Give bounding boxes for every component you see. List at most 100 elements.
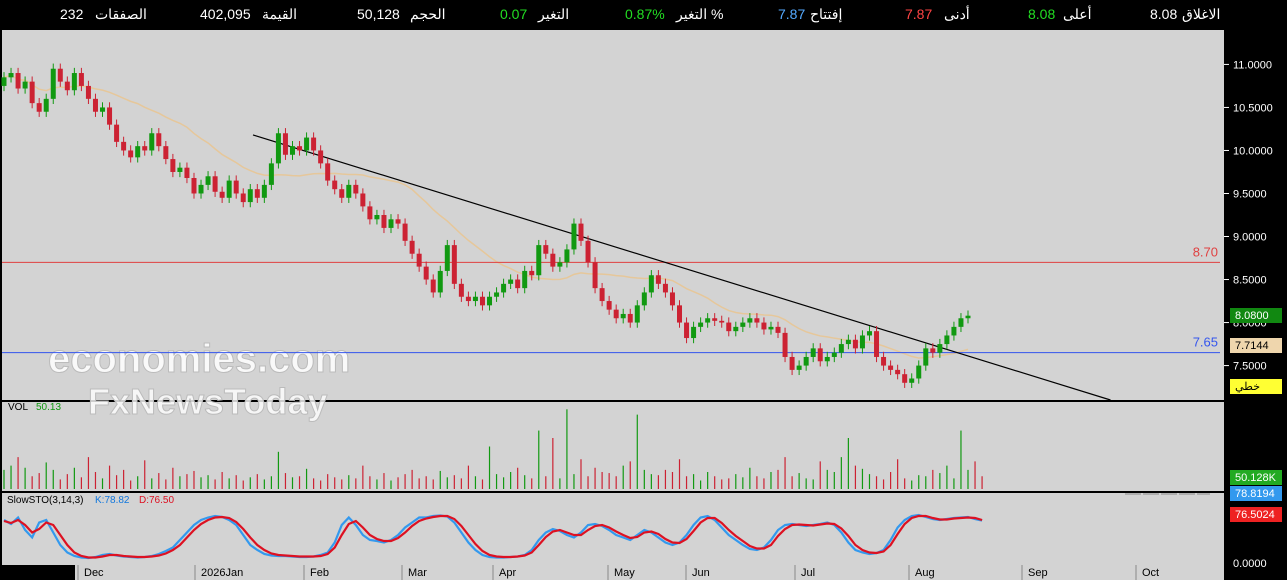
candle-body xyxy=(156,133,162,147)
time-axis: Dec 2026Jan Feb Mar Apr May Jun Jul Aug Sep Oct xyxy=(75,565,1224,580)
candle-body xyxy=(36,103,42,112)
candle-body xyxy=(592,262,598,289)
candle-body xyxy=(402,223,408,241)
candle-body xyxy=(599,288,605,302)
stoch-d-badge: 76.5024 xyxy=(1235,509,1275,521)
candle-body xyxy=(578,223,584,241)
candle-body xyxy=(268,163,274,185)
x-tick-label: Feb xyxy=(310,567,329,579)
candle-body xyxy=(522,270,528,289)
candle-body xyxy=(620,313,626,319)
candle-body xyxy=(916,365,922,379)
x-tick-label: Dec xyxy=(84,567,104,579)
candle-body xyxy=(902,374,908,383)
candle-body xyxy=(409,240,415,254)
candle-body xyxy=(895,369,901,375)
x-tick-label: 2026Jan xyxy=(201,567,243,579)
candle-body xyxy=(64,81,70,91)
candle-body xyxy=(381,215,387,228)
candle-body xyxy=(487,296,493,306)
candle-body xyxy=(8,73,14,78)
candle-body xyxy=(606,301,612,310)
candle-body xyxy=(634,305,640,323)
stoch-zero-label: 0.0000 xyxy=(1233,558,1267,570)
candle-body xyxy=(318,150,324,164)
candle-body xyxy=(289,146,295,155)
y-tick-label: 10.0000 xyxy=(1233,145,1273,157)
watermark-economies: economies.com xyxy=(48,337,350,381)
candle-body xyxy=(655,275,661,284)
candle-body xyxy=(472,296,478,302)
candle-body xyxy=(747,318,753,323)
candle-body xyxy=(669,292,675,306)
candle-body xyxy=(15,73,21,89)
y-tick-label: 7.5000 xyxy=(1233,361,1267,373)
vol-value-label: 50.13 xyxy=(36,402,61,413)
candle-body xyxy=(50,68,56,99)
candle-body xyxy=(149,133,155,151)
x-tick-label: May xyxy=(614,567,635,579)
candle-body xyxy=(92,98,98,112)
candle-body xyxy=(648,275,654,293)
candle-body xyxy=(479,296,485,306)
candle-body xyxy=(297,146,303,151)
candle-body xyxy=(831,352,837,357)
candle-body xyxy=(536,245,542,276)
candle-body xyxy=(691,326,697,339)
candle-body xyxy=(740,322,746,327)
candle-body xyxy=(43,98,49,112)
candle-body xyxy=(465,296,471,302)
candle-body xyxy=(163,146,169,160)
candle-body xyxy=(501,283,507,293)
support-label: 7.65 xyxy=(1193,335,1218,350)
candle-body xyxy=(374,215,380,220)
vol-label: VOL xyxy=(8,402,28,413)
candle-body xyxy=(874,331,880,357)
candle-body xyxy=(888,365,894,370)
x-tick-label: Jul xyxy=(801,567,815,579)
candle-body xyxy=(958,318,964,327)
candle-body xyxy=(254,189,260,198)
candle-body xyxy=(937,344,943,353)
candle-body xyxy=(437,270,443,293)
candle-body xyxy=(423,266,429,280)
candle-body xyxy=(198,184,204,194)
watermark-fxnewstoday: FxNewsToday xyxy=(88,381,327,422)
candle-body xyxy=(282,133,288,155)
candle-body xyxy=(458,283,464,297)
candle-body xyxy=(388,219,394,228)
last-close-badge: 8.0800 xyxy=(1235,310,1269,322)
candle-body xyxy=(803,356,809,366)
candle-body xyxy=(859,335,865,349)
x-tick-label: Aug xyxy=(915,567,935,579)
stoch-label: SlowSTO(3,14,3) xyxy=(7,495,84,506)
candle-body xyxy=(451,245,457,284)
candle-body xyxy=(529,270,535,276)
candle-body xyxy=(121,141,127,151)
candle-body xyxy=(57,68,63,82)
candle-body xyxy=(845,339,851,345)
candle-body xyxy=(810,348,816,357)
y-tick-label: 10.5000 xyxy=(1233,102,1273,114)
draw-tool-badge: خطي xyxy=(1235,381,1260,393)
candle-body xyxy=(430,279,436,293)
watermark: economies.com FxNewsToday xyxy=(48,337,351,423)
candle-body xyxy=(775,326,781,333)
candle-body xyxy=(944,335,950,345)
stoch-k-badge: 78.8194 xyxy=(1235,488,1275,500)
axis-badges: 8.0800 7.7144 خطي 50.128K 78.8194 76.5024 xyxy=(1230,308,1282,522)
candle-body xyxy=(965,315,971,319)
candle-body xyxy=(641,292,647,306)
x-tick-label: Apr xyxy=(499,567,516,579)
y-tick-label: 11.0000 xyxy=(1233,59,1272,71)
price-chart[interactable]: economies.com FxNewsToday 8.70 7.65 11.00… xyxy=(0,0,1287,580)
candle-body xyxy=(261,184,267,198)
x-tick-label: Jun xyxy=(692,567,710,579)
x-tick-label: Sep xyxy=(1028,567,1048,579)
candle-body xyxy=(205,176,211,185)
candle-body xyxy=(508,279,514,284)
candle-body xyxy=(719,320,725,323)
candle-body xyxy=(360,193,366,207)
candle-body xyxy=(367,206,373,220)
candle-body xyxy=(22,81,28,89)
